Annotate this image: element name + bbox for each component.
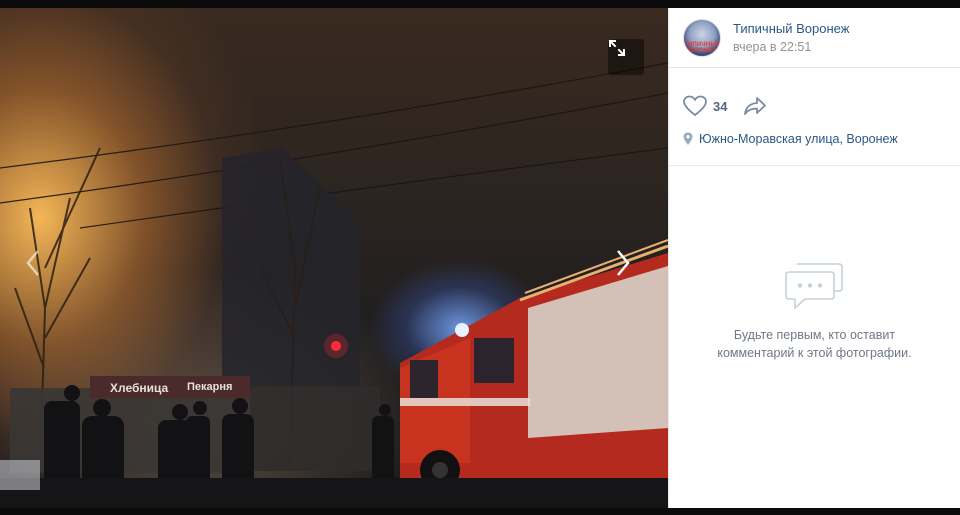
next-photo-button[interactable]	[614, 248, 644, 284]
viewer-top-strip	[0, 0, 960, 8]
photo[interactable]: Хлебница Пекарня	[0, 8, 668, 508]
share-button[interactable]	[743, 96, 767, 116]
location-row: Южно-Моравская улица, Воронеж	[669, 126, 960, 166]
chevron-right-icon	[617, 250, 630, 276]
comments-empty-line1: Будьте первым, кто оставит	[733, 328, 896, 342]
comments-empty-text: Будьте первым, кто оставит комментарий к…	[669, 326, 960, 362]
viewer-bottom-strip	[0, 508, 960, 515]
expand-icon	[608, 39, 626, 57]
avatar-text: ТИПИЧНЫЙ ВОРОНЕЖ	[684, 41, 721, 54]
author-info: Типичный Воронеж вчера в 22:51	[733, 21, 849, 54]
location-pin-icon	[683, 132, 693, 145]
like-button[interactable]: 34	[683, 95, 727, 117]
like-count: 34	[713, 98, 728, 114]
photo-viewer: Хлебница Пекарня ТИПИЧНЫЙ ВОРОНЕЖ Типичн…	[0, 0, 960, 515]
comments-empty-state: Будьте первым, кто оставит комментарий к…	[669, 258, 960, 362]
location-link[interactable]: Южно-Моравская улица, Воронеж	[699, 132, 898, 146]
post-actions: 34	[669, 68, 960, 126]
photo-scene: Хлебница Пекарня	[0, 62, 668, 508]
chevron-left-icon	[26, 250, 39, 276]
prev-photo-button[interactable]	[24, 248, 54, 284]
shop-sign: Пекарня	[187, 381, 232, 393]
bakery-sign: Хлебница	[110, 381, 169, 395]
author-name-link[interactable]: Типичный Воронеж	[733, 21, 849, 36]
share-arrow-icon	[744, 97, 767, 115]
photo-sidebar: ТИПИЧНЫЙ ВОРОНЕЖ Типичный Воронеж вчера …	[668, 8, 960, 508]
chat-bubble-icon	[784, 263, 843, 310]
comments-empty-line2: комментарий к этой фотографии.	[717, 346, 912, 360]
expand-button[interactable]	[608, 39, 644, 75]
post-time-link[interactable]: вчера в 22:51	[733, 40, 849, 54]
heart-icon	[683, 95, 707, 117]
post-author: ТИПИЧНЫЙ ВОРОНЕЖ Типичный Воронеж вчера …	[669, 8, 960, 68]
avatar[interactable]: ТИПИЧНЫЙ ВОРОНЕЖ	[683, 18, 721, 57]
